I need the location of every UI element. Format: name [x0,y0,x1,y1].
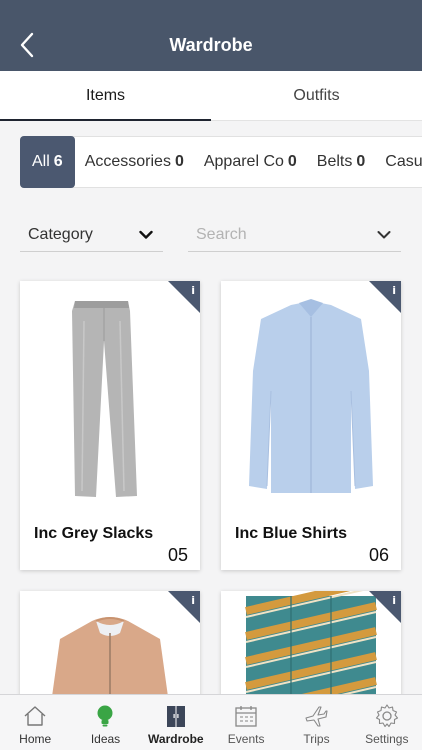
tabbar-label: Wardrobe [148,732,204,746]
chip-label: Belts [316,153,353,170]
bottom-tab-bar: Home Ideas Wardrobe Events Trips Setting… [0,694,422,750]
calendar-icon [235,706,257,727]
tabbar-label: Settings [365,732,409,746]
app-header: Wardrobe [0,0,422,71]
tab-items[interactable]: Items [0,71,211,121]
grey-slacks-image [72,301,137,497]
view-tabs: Items Outfits [0,71,422,121]
info-icon[interactable]: i [191,284,195,297]
chevron-down-icon[interactable] [377,230,391,240]
item-name: Inc Grey Slacks [34,525,154,542]
info-corner[interactable] [168,281,200,313]
category-dropdown-label: Category [28,225,93,243]
info-corner[interactable] [369,591,401,623]
info-icon[interactable]: i [191,594,195,607]
chip-apparel-co[interactable]: Apparel Co 0 [194,136,307,188]
blue-shirt-image [249,299,373,493]
info-corner[interactable] [168,591,200,623]
tabbar-label: Events [227,732,265,746]
lightbulb-icon [97,705,113,727]
info-corner[interactable] [369,281,401,313]
category-dropdown[interactable]: Category [20,218,163,252]
item-number: 06 [368,545,389,565]
chip-casual[interactable]: Casu [375,136,422,188]
chip-count: 0 [356,153,366,170]
chevron-down-icon [139,230,153,239]
wardrobe-icon [166,706,185,727]
chip-label: Accessories [84,153,171,170]
chip-belts[interactable]: Belts 0 [307,136,375,188]
gear-icon [375,704,398,728]
chip-count: 0 [174,153,184,170]
tabbar-label: Trips [303,732,330,746]
chip-accessories[interactable]: Accessories 0 [75,136,194,188]
tabbar-label: Ideas [90,732,121,746]
item-card[interactable]: i Inc Grey Slacks 05 [20,281,200,570]
category-chip-bar[interactable]: All 6 Accessories 0 Apparel Co 0 Belts 0 Cas… [0,136,422,188]
chip-label: Casu [385,153,422,170]
airplane-icon [305,706,329,727]
chip-all[interactable]: All 6 [20,136,75,188]
info-icon[interactable]: i [392,284,396,297]
search-field[interactable] [188,218,401,252]
tab-outfits[interactable]: Outfits [211,71,422,120]
tabbar-label: Home [19,732,52,746]
page-title: Wardrobe [169,35,253,55]
chip-strip: All 6 Accessories 0 Apparel Co 0 Belts 0 Cas… [20,136,422,188]
info-icon[interactable]: i [392,594,396,607]
chip-count: 0 [287,153,297,170]
item-card[interactable]: i [221,591,401,711]
chip-label: Apparel Co [203,153,284,170]
search-input[interactable] [196,225,346,244]
tabbar-settings[interactable]: Settings [352,695,422,750]
tabbar-wardrobe[interactable]: Wardrobe [141,695,211,750]
filter-row: Category [0,214,422,254]
home-icon [24,706,46,726]
chip-count: 6 [53,153,63,170]
item-card[interactable]: i [20,591,200,711]
chip-label: All [32,153,50,170]
item-card[interactable]: i Inc Blue Shirts 06 [221,281,401,570]
item-name: Inc Blue Shirts [235,525,348,542]
tabbar-trips[interactable]: Trips [281,695,351,750]
tabbar-home[interactable]: Home [0,695,70,750]
item-number: 05 [167,545,188,565]
tabbar-ideas[interactable]: Ideas [70,695,140,750]
tabbar-events[interactable]: Events [211,695,281,750]
